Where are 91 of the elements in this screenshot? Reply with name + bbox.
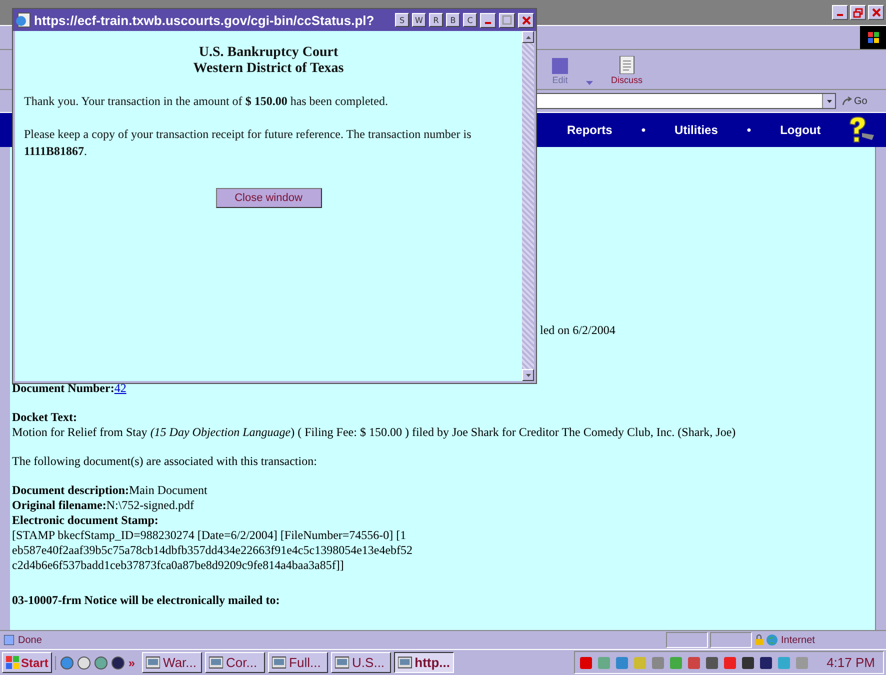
- text-fragment: led on 6/2/2004: [540, 323, 616, 337]
- minimize-button[interactable]: [480, 12, 496, 28]
- address-field[interactable]: [536, 93, 836, 109]
- tray-icon: [578, 656, 593, 670]
- maximize-button[interactable]: [499, 12, 515, 28]
- app-icon: [111, 656, 126, 670]
- window-icon: [146, 656, 160, 669]
- page-icon: [4, 635, 14, 645]
- dropdown-arrow-icon: [586, 81, 593, 85]
- app-icon: [94, 656, 108, 670]
- field-label: Original filename:: [12, 498, 106, 512]
- globe-icon: [766, 634, 778, 646]
- window-icon: [209, 656, 224, 669]
- nav-link[interactable]: Logout: [780, 123, 821, 137]
- discuss-button[interactable]: Discuss: [611, 56, 643, 85]
- taskbar-button[interactable]: Cor...: [205, 652, 266, 673]
- flag-icon: [868, 32, 878, 43]
- close-window-button[interactable]: Close window: [216, 188, 322, 208]
- page-icon: [15, 12, 31, 28]
- status-text: Done: [18, 634, 42, 646]
- tray-icon: [740, 656, 755, 670]
- field-label: Docket Text:: [12, 410, 78, 425]
- field-label: Document description:: [12, 483, 129, 497]
- restore-button[interactable]: [850, 5, 866, 20]
- window-icon: [398, 656, 412, 669]
- court-heading: Western District of Texas: [193, 61, 344, 77]
- square-icon: [552, 58, 568, 74]
- minimize-icon: [837, 14, 843, 16]
- app-icon: [77, 656, 92, 670]
- message-text: Thank you. Your transaction in the amount of $ 150.00 has been completed.: [24, 93, 389, 110]
- taskbar-button[interactable]: War...: [142, 652, 202, 673]
- close-button[interactable]: [518, 12, 534, 28]
- docket-text: Motion for Relief from Stay (15 Day Objection Language) ( Filing Fee: $ 150.00 ) filed by Joe Shark for Creditor The Comedy Club, Inc. (Shark, Joe): [12, 425, 736, 439]
- maximize-icon: [502, 15, 512, 25]
- minimize-icon: [485, 22, 491, 24]
- arrow-icon: [842, 96, 852, 106]
- message-text: Please keep a copy of your transaction receipt for future reference. The transaction number is 1111B81867.: [24, 126, 472, 160]
- tray-icon: [650, 656, 665, 670]
- restore-icon: [853, 8, 863, 18]
- app-icon: [60, 656, 74, 670]
- document-icon: [618, 56, 636, 74]
- stamp-text: c2d4b6e6f537badd1ceb37873fca0a87be8d9209c9fe814a4baa3a85f]]: [12, 558, 344, 573]
- taskbar-button[interactable]: Full...: [268, 652, 328, 673]
- flag-icon: [6, 655, 19, 670]
- start-button[interactable]: Start: [2, 652, 52, 673]
- field-label: Document Number:: [12, 381, 114, 395]
- separator: •: [746, 123, 752, 137]
- stamp-text: eb587e40f2aaf39b5c75a78cb14dbfb357dd434e22663f91e4c5c1398054e13e4ebf52: [12, 543, 413, 558]
- notice-heading: 03-10007-frm Notice will be electronically mailed to:: [12, 593, 281, 608]
- separator: •: [641, 123, 646, 137]
- nav-link[interactable]: Utilities: [674, 123, 718, 137]
- clock: 4:17 PM: [826, 655, 875, 670]
- tray-icon: [758, 656, 773, 670]
- taskbar-button[interactable]: http...: [394, 652, 454, 673]
- tray-icon: [704, 656, 719, 670]
- toolbar-button[interactable]: B: [446, 13, 460, 27]
- intro-text: The following document(s) are associated with this transaction:: [12, 454, 318, 469]
- toolbar-button[interactable]: C: [463, 13, 477, 27]
- dropdown-arrow-icon: [826, 100, 832, 102]
- go-button[interactable]: Go: [842, 96, 868, 106]
- window-icon: [335, 656, 350, 669]
- tray-icon: [794, 656, 809, 670]
- tray-icon: [686, 656, 701, 670]
- toolbar-button[interactable]: W: [412, 13, 426, 27]
- close-icon: [522, 16, 530, 24]
- toolbar-button[interactable]: S: [395, 13, 409, 27]
- tray-icon: [668, 656, 683, 670]
- zone-text: Internet: [781, 634, 815, 646]
- up-arrow-icon: [526, 36, 530, 38]
- minimize-button[interactable]: [832, 5, 848, 20]
- tray-icon: [632, 656, 647, 670]
- lock-icon: [754, 634, 764, 646]
- window-title: https://ecf-train.txwb.uscourts.gov/cgi-bin/ccStatus.pl?: [34, 12, 376, 28]
- document-link[interactable]: 42: [114, 381, 126, 395]
- close-icon: [872, 8, 880, 17]
- field-label: Electronic document Stamp:: [12, 513, 160, 528]
- more-button[interactable]: »: [128, 656, 136, 670]
- nav-link[interactable]: Reports: [567, 123, 612, 137]
- tray-icon: [614, 656, 629, 670]
- tray-icon: [596, 656, 611, 670]
- field-value: Main Document: [129, 483, 208, 497]
- taskbar-button[interactable]: U.S...: [331, 652, 392, 673]
- close-button[interactable]: [868, 5, 884, 20]
- tray-icon: [722, 656, 737, 670]
- down-arrow-icon: [526, 374, 530, 376]
- stamp-text: [STAMP bkecfStamp_ID=988230274 [Date=6/2/2004] [FileNumber=74556-0] [1: [12, 528, 406, 543]
- court-heading: U.S. Bankruptcy Court: [198, 45, 338, 61]
- field-value: N:\752-signed.pdf: [106, 498, 194, 512]
- tray-icon: [776, 656, 791, 670]
- toolbar-button[interactable]: R: [429, 13, 443, 27]
- window-icon: [272, 656, 286, 669]
